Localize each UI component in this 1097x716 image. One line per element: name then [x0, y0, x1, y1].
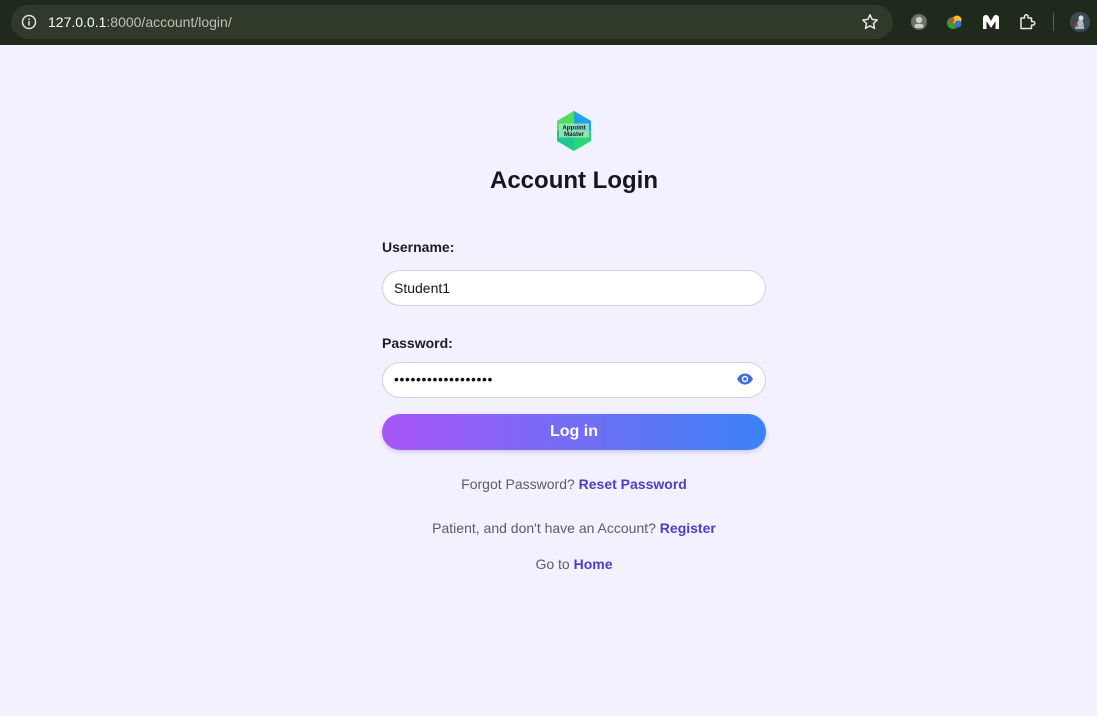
register-link[interactable]: Register: [660, 520, 716, 536]
url-text[interactable]: 127.0.0.1:8000/account/login/: [48, 13, 232, 31]
forgot-password-line: Forgot Password? Reset Password: [0, 475, 1097, 493]
toolbar-divider: [1053, 13, 1054, 31]
password-label: Password:: [382, 335, 453, 351]
logo-text-master: Master: [564, 131, 585, 138]
profile-avatar[interactable]: [1069, 11, 1091, 33]
url-path: :8000/account/login/: [106, 14, 232, 30]
url-host: 127.0.0.1: [48, 14, 107, 30]
username-label: Username:: [382, 239, 455, 255]
browser-toolbar: 127.0.0.1:8000/account/login/: [0, 0, 1097, 45]
reset-password-link[interactable]: Reset Password: [579, 476, 687, 492]
show-password-eye-icon[interactable]: [736, 372, 754, 386]
page-title: Account Login: [490, 167, 658, 194]
register-line: Patient, and don't have an Account? Regi…: [0, 519, 1097, 537]
appointmaster-logo: Appoint Master: [557, 111, 591, 151]
home-link[interactable]: Home: [574, 556, 613, 572]
go-to-text: Go to: [535, 556, 570, 572]
login-button[interactable]: Log in: [382, 414, 766, 450]
site-info-icon[interactable]: [21, 14, 37, 30]
bookmark-star-icon[interactable]: [861, 13, 879, 31]
extension-malwarebytes-icon[interactable]: [980, 11, 1002, 33]
extensions-puzzle-icon[interactable]: [1016, 11, 1038, 33]
address-bar[interactable]: 127.0.0.1:8000/account/login/: [11, 5, 893, 39]
username-input[interactable]: [382, 270, 766, 306]
forgot-password-text: Forgot Password?: [461, 476, 575, 492]
home-line: Go to Home: [0, 555, 1097, 573]
extension-colorful-icon[interactable]: [944, 11, 966, 33]
extension-incognito-icon[interactable]: [908, 11, 930, 33]
password-input[interactable]: [382, 362, 766, 398]
password-field: ••••••••••••••••••: [382, 362, 766, 398]
register-prompt-text: Patient, and don't have an Account?: [432, 520, 656, 536]
